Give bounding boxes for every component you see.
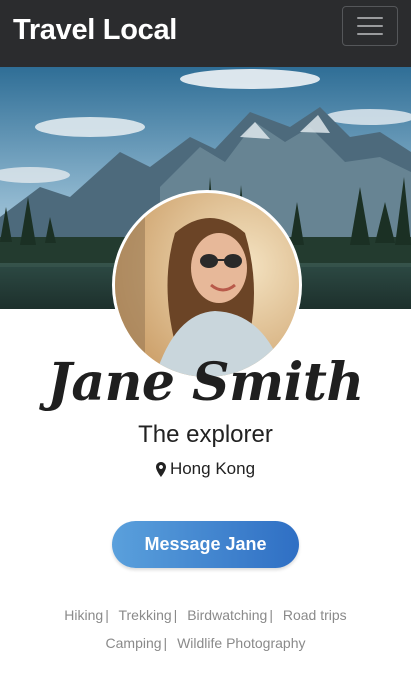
interest-tag[interactable]: Trekking bbox=[118, 607, 171, 623]
interest-separator: | bbox=[269, 607, 273, 623]
interest-tag[interactable]: Birdwatching bbox=[187, 607, 267, 623]
interests-list: Hiking | Trekking | Birdwatching | Road tri… bbox=[30, 601, 381, 657]
profile-tagline: The explorer bbox=[138, 421, 273, 448]
interest-separator: | bbox=[163, 635, 168, 651]
interest-tag[interactable]: Camping bbox=[106, 635, 162, 651]
menu-toggle-button[interactable] bbox=[342, 6, 398, 46]
navbar: Travel Local bbox=[0, 0, 411, 67]
hamburger-icon bbox=[357, 17, 383, 19]
profile-location: Hong Kong bbox=[0, 459, 411, 479]
interest-tag[interactable]: Wildlife Photography bbox=[177, 635, 305, 651]
brand-link[interactable]: Travel Local bbox=[13, 14, 177, 47]
location-text: Hong Kong bbox=[169, 459, 256, 478]
message-button[interactable]: Message Jane bbox=[112, 521, 299, 568]
hamburger-icon-line bbox=[357, 25, 383, 27]
interest-separator: | bbox=[173, 607, 178, 623]
interest-tag[interactable]: Road trips bbox=[283, 607, 347, 623]
map-pin-icon bbox=[155, 461, 166, 477]
profile-name: Jane Smith bbox=[47, 352, 364, 413]
hamburger-icon-line bbox=[357, 33, 383, 35]
interest-separator: | bbox=[105, 607, 109, 623]
interest-tag[interactable]: Hiking bbox=[64, 607, 103, 623]
